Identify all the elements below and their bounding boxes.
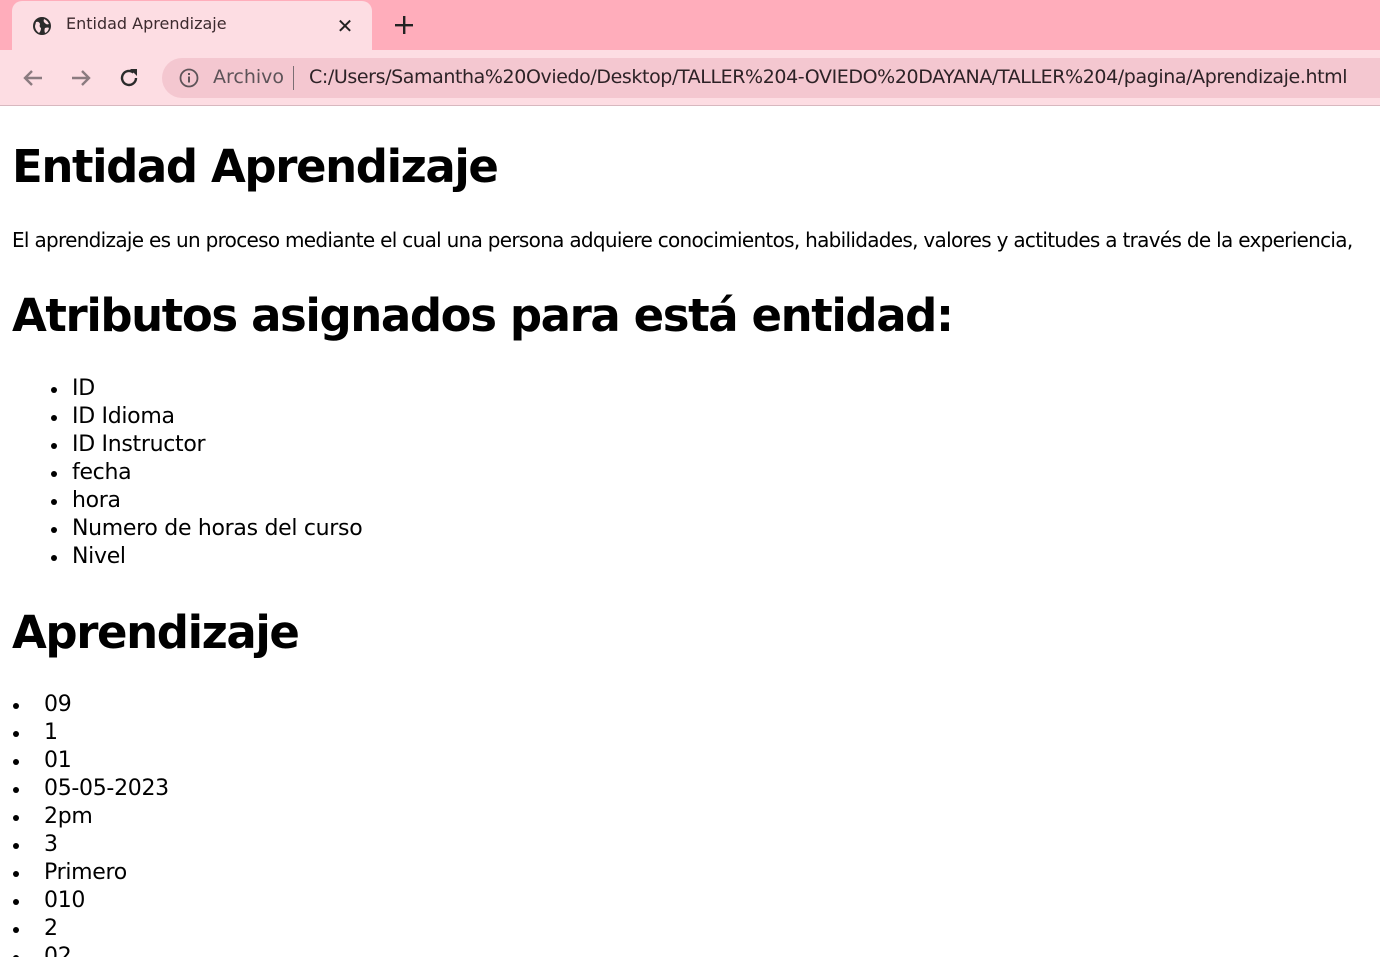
description-paragraph: El aprendizaje es un proceso mediante el… (12, 228, 1353, 252)
list-item: ID (50, 375, 362, 403)
active-tab[interactable]: Entidad Aprendizaje ✕ (12, 1, 372, 50)
list-item: 2pm (13, 803, 169, 831)
list-item: 02 (13, 943, 169, 957)
attributes-heading: Atributos asignados para está entidad: (12, 289, 954, 342)
plus-icon (395, 16, 413, 34)
page-content: Entidad Aprendizaje El aprendizaje es un… (0, 106, 1380, 957)
tab-strip: Entidad Aprendizaje ✕ (0, 0, 1380, 50)
list-item: ID Instructor (50, 431, 362, 459)
file-scheme-label: Archivo (213, 66, 285, 88)
url-separator (293, 66, 294, 90)
address-bar[interactable]: Archivo C:/Users/Samantha%20Oviedo/Deskt… (162, 58, 1380, 98)
forward-arrow-icon[interactable] (66, 63, 96, 93)
reload-icon[interactable] (114, 63, 144, 93)
list-item: ID Idioma (50, 403, 362, 431)
browser-toolbar: Archivo C:/Users/Samantha%20Oviedo/Deskt… (0, 50, 1380, 106)
list-item: 09 (13, 691, 169, 719)
list-item: 2 (13, 915, 169, 943)
records-list: 09 1 01 05-05-2023 2pm 3 Primero 010 2 0… (13, 691, 169, 957)
tab-title: Entidad Aprendizaje (66, 14, 227, 33)
page-title: Entidad Aprendizaje (12, 140, 499, 193)
back-arrow-icon[interactable] (18, 63, 48, 93)
globe-icon (33, 17, 51, 35)
new-tab-button[interactable] (390, 11, 418, 39)
list-item: hora (50, 487, 362, 515)
list-item: 3 (13, 831, 169, 859)
attributes-list: ID ID Idioma ID Instructor fecha hora Nu… (50, 375, 363, 571)
records-heading: Aprendizaje (12, 606, 300, 659)
close-icon[interactable]: ✕ (334, 15, 356, 37)
list-item: 010 (13, 887, 169, 915)
list-item: Numero de horas del curso (50, 516, 363, 541)
list-item: Primero (13, 859, 169, 887)
list-item: 01 (13, 747, 169, 775)
list-item: fecha (50, 459, 362, 487)
list-item: Nivel (50, 543, 362, 571)
url-text[interactable]: C:/Users/Samantha%20Oviedo/Desktop/TALLE… (309, 66, 1348, 88)
info-icon[interactable] (178, 67, 200, 89)
list-item: 1 (13, 719, 169, 747)
list-item: 05-05-2023 (13, 776, 169, 801)
